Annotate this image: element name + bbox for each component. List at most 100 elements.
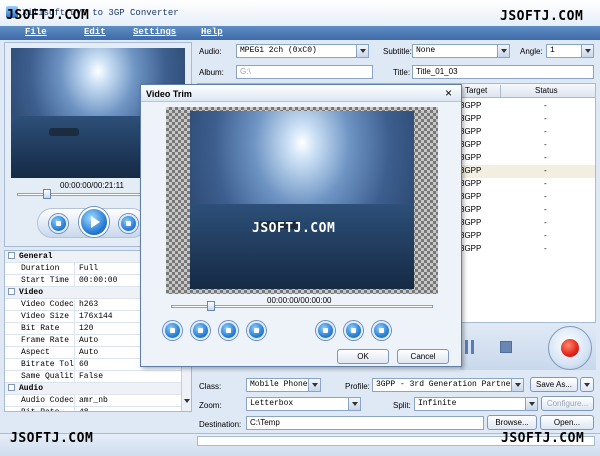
menu-file[interactable]: File bbox=[25, 27, 47, 37]
convert-button[interactable] bbox=[548, 326, 592, 370]
trim-next-frame-button[interactable] bbox=[247, 321, 266, 340]
save-as-dropdown-button[interactable] bbox=[580, 377, 594, 392]
trim-seek-thumb[interactable] bbox=[207, 301, 215, 311]
audio-select-value: MPEG1 2ch (0xC0) bbox=[240, 46, 317, 55]
title-input[interactable]: Title_01_03 bbox=[412, 65, 594, 79]
property-value: Auto bbox=[79, 336, 99, 345]
file-row-status: - bbox=[544, 192, 547, 201]
destination-label: Destination: bbox=[199, 420, 242, 429]
subtitle-select-value: None bbox=[416, 46, 436, 55]
property-category-name: Audio bbox=[19, 384, 44, 393]
file-row-status: - bbox=[544, 231, 547, 240]
file-row-target: 3GPP bbox=[460, 127, 482, 136]
album-input[interactable]: G:\ bbox=[236, 65, 373, 79]
subtitle-select[interactable]: None bbox=[412, 44, 510, 58]
property-value: 48 bbox=[75, 407, 89, 411]
ok-button[interactable]: OK bbox=[337, 349, 389, 364]
file-row-target: 3GPP bbox=[460, 244, 482, 253]
file-row-target: 3GPP bbox=[460, 231, 482, 240]
menu-edit[interactable]: Edit bbox=[84, 27, 106, 37]
property-row[interactable]: Bit Rate48 bbox=[5, 407, 181, 411]
column-header-target[interactable]: Target bbox=[465, 86, 487, 95]
file-row-status: - bbox=[544, 127, 547, 136]
trim-time: 00:00:00/00:00:00 bbox=[267, 296, 332, 305]
preview-seek-thumb[interactable] bbox=[43, 189, 51, 199]
menu-bar: File Edit Settings Help bbox=[0, 26, 600, 40]
trim-prev-frame-button[interactable] bbox=[219, 321, 238, 340]
chevron-down-icon bbox=[356, 45, 368, 57]
property-value: Auto bbox=[79, 348, 99, 357]
property-name: Bit Rate bbox=[5, 407, 75, 411]
chevron-down-icon bbox=[348, 398, 360, 410]
file-row-target: 3GPP bbox=[460, 218, 482, 227]
file-row-status: - bbox=[544, 166, 547, 175]
property-category[interactable]: Audio bbox=[5, 383, 181, 395]
chevron-down-icon bbox=[584, 383, 590, 387]
split-select[interactable]: Infinite bbox=[414, 397, 538, 411]
browse-button[interactable]: Browse... bbox=[487, 415, 537, 430]
cancel-button[interactable]: Cancel bbox=[397, 349, 449, 364]
trim-video-frame: JSOFTJ.COM bbox=[166, 107, 438, 294]
title-label: Title: bbox=[393, 68, 411, 77]
class-select[interactable]: Mobile Phone bbox=[246, 378, 321, 392]
file-row-status: - bbox=[544, 205, 547, 214]
profile-select-value: 3GPP - 3rd Generation Partnership bbox=[376, 380, 524, 389]
play-icon bbox=[91, 216, 100, 228]
property-name: Frame Rate bbox=[5, 335, 75, 347]
property-value: h263 bbox=[79, 300, 99, 309]
trim-stop-button[interactable] bbox=[191, 321, 210, 340]
audio-select[interactable]: MPEG1 2ch (0xC0) bbox=[236, 44, 369, 58]
file-row-status: - bbox=[544, 179, 547, 188]
trim-mark-out-button[interactable] bbox=[344, 321, 363, 340]
angle-select[interactable]: 1 bbox=[546, 44, 594, 58]
file-row-status: - bbox=[544, 101, 547, 110]
file-row-target: 3GPP bbox=[460, 192, 482, 201]
property-name: Audio Codec bbox=[5, 395, 75, 407]
profile-select[interactable]: 3GPP - 3rd Generation Partnership bbox=[372, 378, 524, 392]
file-row-status: - bbox=[544, 153, 547, 162]
file-row-status: - bbox=[544, 140, 547, 149]
trim-mark-in-button[interactable] bbox=[316, 321, 335, 340]
scroll-down-icon[interactable] bbox=[184, 399, 190, 403]
watermark-bottom-right: JSOFTJ.COM bbox=[501, 431, 585, 446]
collapse-icon[interactable] bbox=[8, 252, 15, 260]
close-icon[interactable]: × bbox=[445, 86, 452, 100]
watermark-bottom-left: JSOFTJ.COM bbox=[10, 431, 94, 446]
pause-button[interactable] bbox=[465, 340, 475, 354]
menu-help[interactable]: Help bbox=[201, 27, 223, 37]
file-row-target: 3GPP bbox=[460, 101, 482, 110]
trim-play-button[interactable] bbox=[163, 321, 182, 340]
class-label: Class: bbox=[199, 382, 222, 391]
property-row[interactable]: Same Quality False bbox=[5, 371, 181, 383]
angle-select-value: 1 bbox=[550, 46, 555, 55]
preview-prev-button[interactable] bbox=[49, 214, 68, 233]
menu-settings[interactable]: Settings bbox=[133, 27, 176, 37]
property-name: Video Codec bbox=[5, 299, 75, 311]
file-row-target: 3GPP bbox=[460, 140, 482, 149]
album-input-value: G:\ bbox=[240, 67, 251, 76]
trim-reset-button[interactable] bbox=[372, 321, 391, 340]
zoom-select[interactable]: Letterbox bbox=[246, 397, 361, 411]
watermark-top-left: JSOFTJ.COM bbox=[6, 8, 90, 23]
destination-input[interactable]: C:\Temp bbox=[246, 416, 484, 430]
property-value: amr_nb bbox=[79, 396, 108, 405]
property-name: Aspect bbox=[5, 347, 75, 359]
split-label: Split: bbox=[393, 401, 411, 410]
stop-button[interactable] bbox=[500, 341, 512, 353]
file-row-target: 3GPP bbox=[460, 179, 482, 188]
zoom-label: Zoom: bbox=[199, 401, 222, 410]
open-button[interactable]: Open... bbox=[540, 415, 594, 430]
save-as-button[interactable]: Save As... bbox=[530, 377, 578, 392]
property-name: Bit Rate bbox=[5, 323, 75, 335]
property-name: Video Size bbox=[5, 311, 75, 323]
column-header-status[interactable]: Status bbox=[535, 86, 558, 95]
property-row[interactable]: Audio Codec amr_nb bbox=[5, 395, 181, 407]
collapse-icon[interactable] bbox=[8, 288, 15, 296]
video-trim-dialog: Video Trim × JSOFTJ.COM 00:00:00/00:00:0… bbox=[140, 84, 462, 367]
trim-video: JSOFTJ.COM bbox=[190, 111, 414, 289]
preview-stop-button[interactable] bbox=[119, 214, 138, 233]
property-value: 00:00:00 bbox=[79, 276, 118, 285]
configure-button[interactable]: Configure... bbox=[541, 396, 594, 411]
collapse-icon[interactable] bbox=[8, 384, 15, 392]
preview-play-button[interactable] bbox=[79, 207, 109, 237]
